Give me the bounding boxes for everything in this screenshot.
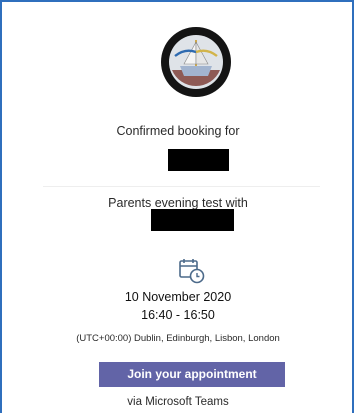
via-platform-label: via Microsoft Teams [127, 396, 229, 408]
section-divider [43, 186, 320, 187]
join-appointment-button[interactable]: Join your appointment [99, 362, 285, 387]
redacted-staff-name [151, 209, 234, 231]
redacted-name [168, 149, 229, 171]
timezone-label: (UTC+00:00) Dublin, Edinburgh, Lisbon, L… [76, 333, 280, 344]
service-label: Parents evening test with [108, 196, 248, 210]
confirmed-booking-label: Confirmed booking for [116, 124, 240, 138]
appointment-date: 10 November 2020 [124, 290, 232, 304]
school-crest-logo [161, 27, 231, 97]
appointment-time: 16:40 - 16:50 [141, 308, 215, 322]
calendar-clock-icon [179, 259, 205, 284]
